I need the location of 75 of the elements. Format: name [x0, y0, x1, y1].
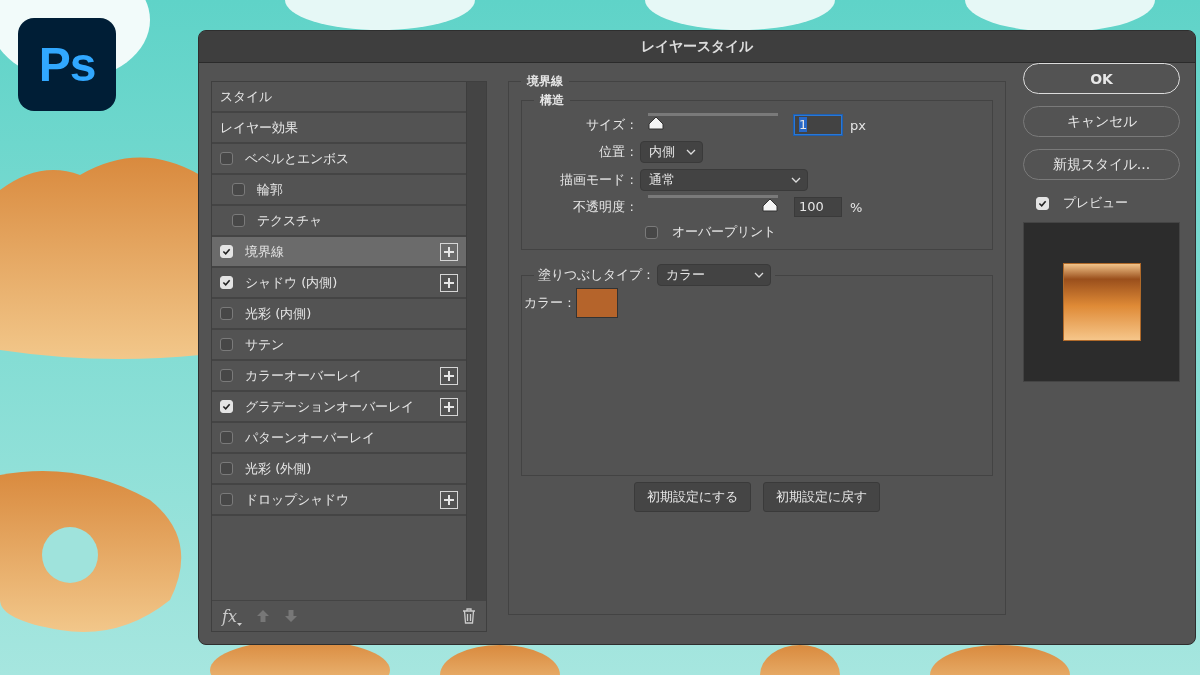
effect-label: 光彩 (内側)	[245, 304, 313, 323]
checkbox[interactable]	[220, 369, 233, 382]
effect-label: 光彩 (外側)	[245, 459, 313, 478]
effect-label: パターンオーバーレイ	[245, 428, 376, 447]
list-item[interactable]: レイヤー効果	[212, 113, 466, 144]
effect-item[interactable]: ドロップシャドウ	[212, 485, 466, 516]
checkbox[interactable]	[645, 225, 658, 239]
add-icon[interactable]	[440, 397, 458, 416]
effect-item[interactable]: 境界線	[212, 237, 466, 268]
checkbox[interactable]	[220, 338, 233, 351]
effect-label: ドロップシャドウ	[245, 490, 350, 509]
checkbox[interactable]	[220, 307, 233, 320]
group-title: 構造	[539, 92, 565, 109]
effect-item[interactable]: 光彩 (内側)	[212, 299, 466, 330]
size-field[interactable]: 1	[794, 115, 842, 135]
effect-item[interactable]: 輪郭	[212, 175, 466, 206]
effect-item[interactable]: テクスチャ	[212, 206, 466, 237]
slider-thumb[interactable]	[648, 115, 664, 130]
chevron-icon	[686, 148, 696, 156]
scrollbar[interactable]	[466, 82, 486, 600]
field-label: カラー :	[524, 294, 572, 312]
list-item[interactable]: スタイル	[212, 82, 466, 113]
checkbox[interactable]	[220, 493, 233, 506]
app-logo[interactable]: Ps	[18, 18, 116, 111]
add-icon[interactable]	[440, 490, 458, 509]
unit-label: %	[850, 199, 863, 215]
effect-label: サテン	[245, 335, 285, 354]
checkbox[interactable]	[220, 431, 233, 444]
effect-label: シャドウ (内側)	[245, 273, 339, 292]
add-icon[interactable]	[440, 366, 458, 385]
field-label: 不透明度 :	[572, 198, 634, 216]
add-icon[interactable]	[440, 242, 458, 261]
effect-item[interactable]: シャドウ (内側)	[212, 268, 466, 299]
checkbox[interactable]	[232, 183, 245, 196]
effect-item[interactable]: パターンオーバーレイ	[212, 423, 466, 454]
dropdown[interactable]: カラー	[656, 264, 771, 286]
effect-label: ベベルとエンボス	[245, 149, 350, 168]
dialog-button[interactable]: 新規スタイル...	[1023, 149, 1180, 180]
checkbox[interactable]	[220, 152, 233, 165]
effect-label: テクスチャ	[257, 211, 323, 230]
checkbox[interactable]	[220, 462, 233, 475]
dialog-button[interactable]: キャンセル	[1023, 106, 1180, 137]
caret-icon	[236, 622, 242, 626]
opacity-field[interactable]: 100	[794, 197, 842, 217]
dropdown[interactable]: 内側	[640, 141, 703, 163]
chevron-icon	[753, 271, 764, 279]
dialog-title: レイヤースタイル	[199, 31, 1195, 63]
checkbox-label: オーバープリント	[672, 223, 776, 241]
effect-item[interactable]: ベベルとエンボス	[212, 144, 466, 175]
dropdown[interactable]: 通常	[640, 169, 808, 191]
checkbox-label: プレビュー	[1063, 194, 1128, 212]
effect-label: 境界線	[245, 242, 285, 261]
effect-label: 輪郭	[257, 180, 284, 199]
reset-button[interactable]: 初期設定にする	[634, 482, 751, 512]
field-label: 塗りつぶしタイプ :	[538, 266, 651, 284]
ok-button[interactable]: OK	[1023, 63, 1180, 94]
effect-label: カラーオーバーレイ	[245, 366, 363, 385]
checkbox[interactable]	[232, 214, 245, 227]
trash-icon[interactable]	[462, 608, 476, 624]
add-icon[interactable]	[440, 273, 458, 292]
reset-button[interactable]: 初期設定に戻す	[763, 482, 880, 512]
effect-label: グラデーションオーバーレイ	[245, 397, 415, 416]
chevron-icon	[791, 176, 801, 184]
slider-thumb[interactable]	[762, 197, 778, 212]
color-swatch[interactable]	[575, 288, 618, 318]
group-title: 境界線	[525, 73, 564, 90]
fx-button[interactable]: fx	[222, 606, 242, 626]
field-label: 描画モード :	[559, 171, 634, 189]
effect-item[interactable]: サテン	[212, 330, 466, 361]
field-label: 位置 :	[598, 143, 634, 161]
unit-label: px	[850, 117, 866, 133]
effect-item[interactable]: 光彩 (外側)	[212, 454, 466, 485]
effect-item[interactable]: カラーオーバーレイ	[212, 361, 466, 392]
effect-item[interactable]: グラデーションオーバーレイ	[212, 392, 466, 423]
field-label: サイズ :	[585, 116, 634, 134]
